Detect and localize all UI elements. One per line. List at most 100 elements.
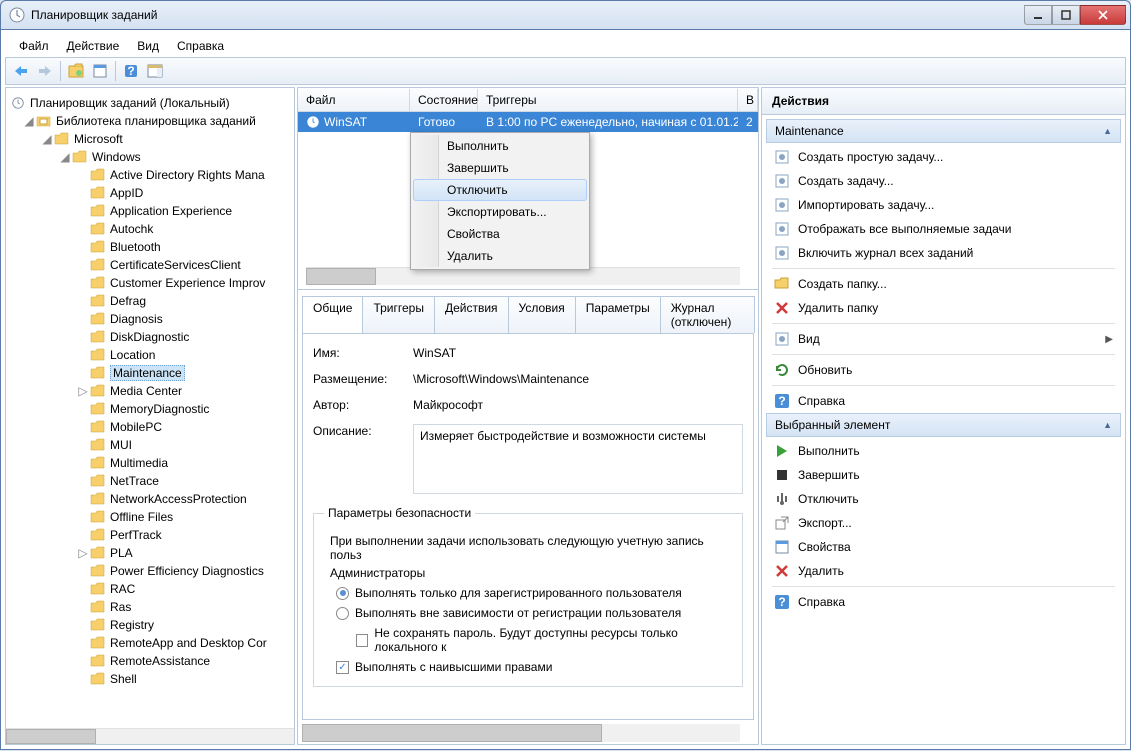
action-import[interactable]: Импортировать задачу... [766, 193, 1121, 217]
tree-item[interactable]: Active Directory Rights Mana [10, 166, 290, 184]
ctx-export[interactable]: Экспортировать... [413, 201, 587, 223]
tree-item[interactable]: Registry [10, 616, 290, 634]
ctx-end[interactable]: Завершить [413, 157, 587, 179]
tab-actions[interactable]: Действия [434, 296, 509, 333]
tree[interactable]: Планировщик заданий (Локальный) ◢ Библио… [6, 88, 294, 728]
details-hscrollbar[interactable] [302, 724, 740, 742]
tab-settings[interactable]: Параметры [575, 296, 661, 333]
tree-item[interactable]: NetTrace [10, 472, 290, 490]
tree-library[interactable]: ◢ Библиотека планировщика заданий [10, 112, 290, 130]
menu-action[interactable]: Действие [59, 36, 128, 56]
tree-item[interactable]: ▷PLA [10, 544, 290, 562]
menu-view[interactable]: Вид [129, 36, 167, 56]
action-disable[interactable]: Отключить [766, 487, 1121, 511]
tree-item[interactable]: RemoteAssistance [10, 652, 290, 670]
toolbar-help-button[interactable]: ? [120, 60, 142, 82]
radio-any[interactable]: Выполнять вне зависимости от регистрации… [336, 606, 732, 620]
tree-item[interactable]: Ras [10, 598, 290, 616]
ctx-properties[interactable]: Свойства [413, 223, 587, 245]
actions-group-maintenance[interactable]: Maintenance ▲ [766, 119, 1121, 143]
tree-item[interactable]: Autochk [10, 220, 290, 238]
tree-item[interactable]: RemoteApp and Desktop Cor [10, 634, 290, 652]
action-new-task[interactable]: Создать задачу... [766, 169, 1121, 193]
toolbar-panel-button[interactable] [144, 60, 166, 82]
location-value: \Microsoft\Windows\Maintenance [413, 372, 743, 386]
col-state[interactable]: Состояние [410, 89, 478, 111]
toolbar-properties-button[interactable] [89, 60, 111, 82]
action-enable-history[interactable]: Включить журнал всех заданий [766, 241, 1121, 265]
tree-item[interactable]: MemoryDiagnostic [10, 400, 290, 418]
action-help[interactable]: ?Справка [766, 590, 1121, 614]
tree-item[interactable]: Diagnosis [10, 310, 290, 328]
tree-item[interactable]: PerfTrack [10, 526, 290, 544]
action-help[interactable]: ?Справка [766, 389, 1121, 413]
expand-icon[interactable]: ▷ [76, 384, 90, 398]
tree-item[interactable]: Offline Files [10, 508, 290, 526]
tree-item[interactable]: MUI [10, 436, 290, 454]
tree-item[interactable]: NetworkAccessProtection [10, 490, 290, 508]
action-delete[interactable]: Удалить [766, 559, 1121, 583]
tree-item[interactable]: Power Efficiency Diagnostics [10, 562, 290, 580]
view-icon [774, 331, 790, 347]
tab-conditions[interactable]: Условия [508, 296, 576, 333]
tree-item[interactable]: AppID [10, 184, 290, 202]
task-list: Файл Состояние Триггеры В WinSAT Готово … [298, 88, 758, 290]
col-file[interactable]: Файл [298, 89, 410, 111]
titlebar[interactable]: Планировщик заданий [0, 0, 1131, 30]
ctx-disable[interactable]: Отключить [413, 179, 587, 201]
radio-logged[interactable]: Выполнять только для зарегистрированного… [336, 586, 732, 600]
tree-windows[interactable]: ◢ Windows [10, 148, 290, 166]
tree-item[interactable]: Customer Experience Improv [10, 274, 290, 292]
tree-item[interactable]: Location [10, 346, 290, 364]
tree-item[interactable]: Bluetooth [10, 238, 290, 256]
author-label: Автор: [313, 398, 413, 412]
col-last[interactable]: В [738, 89, 758, 111]
chk-nopass[interactable]: Не сохранять пароль. Будут доступны ресу… [356, 626, 732, 654]
nav-back-button[interactable] [10, 60, 32, 82]
tree-item[interactable]: Shell [10, 670, 290, 688]
action-end[interactable]: Завершить [766, 463, 1121, 487]
nav-forward-button[interactable] [34, 60, 56, 82]
action-new-folder[interactable]: Создать папку... [766, 272, 1121, 296]
col-triggers[interactable]: Триггеры [478, 89, 738, 111]
tree-item[interactable]: MobilePC [10, 418, 290, 436]
tree-item[interactable]: Application Experience [10, 202, 290, 220]
description-value[interactable]: Измеряет быстродействие и возможности си… [413, 424, 743, 494]
tab-triggers[interactable]: Триггеры [362, 296, 435, 333]
chk-highest[interactable]: ✓Выполнять с наивысшими правами [336, 660, 732, 674]
ctx-run[interactable]: Выполнить [413, 135, 587, 157]
maximize-button[interactable] [1052, 5, 1080, 25]
action-run[interactable]: Выполнить [766, 439, 1121, 463]
tree-item[interactable]: RAC [10, 580, 290, 598]
minimize-button[interactable] [1024, 5, 1052, 25]
tree-item[interactable]: Defrag [10, 292, 290, 310]
ctx-delete[interactable]: Удалить [413, 245, 587, 267]
collapse-icon[interactable]: ◢ [58, 150, 72, 164]
tree-microsoft[interactable]: ◢ Microsoft [10, 130, 290, 148]
collapse-icon[interactable]: ◢ [22, 114, 36, 128]
action-refresh[interactable]: Обновить [766, 358, 1121, 382]
tree-item[interactable]: DiskDiagnostic [10, 328, 290, 346]
tree-item[interactable]: ▷Media Center [10, 382, 290, 400]
task-row[interactable]: WinSAT Готово В 1:00 по PC еженедельно, … [298, 112, 758, 132]
collapse-icon[interactable]: ◢ [40, 132, 54, 146]
close-button[interactable] [1080, 5, 1126, 25]
action-export[interactable]: Экспорт... [766, 511, 1121, 535]
action-properties[interactable]: Свойства [766, 535, 1121, 559]
tab-history[interactable]: Журнал (отключен) [660, 296, 755, 333]
tab-general[interactable]: Общие [302, 296, 363, 333]
menu-file[interactable]: Файл [11, 36, 57, 56]
tree-hscrollbar[interactable] [6, 728, 294, 744]
action-wizard[interactable]: Создать простую задачу... [766, 145, 1121, 169]
action-view[interactable]: Вид▶ [766, 327, 1121, 351]
menu-help[interactable]: Справка [169, 36, 232, 56]
tree-item[interactable]: Multimedia [10, 454, 290, 472]
tree-root[interactable]: Планировщик заданий (Локальный) [10, 94, 290, 112]
toolbar-action-button[interactable] [65, 60, 87, 82]
tree-item[interactable]: Maintenance [10, 364, 290, 382]
actions-group-selected[interactable]: Выбранный элемент ▲ [766, 413, 1121, 437]
expand-icon[interactable]: ▷ [76, 546, 90, 560]
action-show-running[interactable]: Отображать все выполняемые задачи [766, 217, 1121, 241]
action-delete-folder[interactable]: Удалить папку [766, 296, 1121, 320]
tree-item[interactable]: CertificateServicesClient [10, 256, 290, 274]
